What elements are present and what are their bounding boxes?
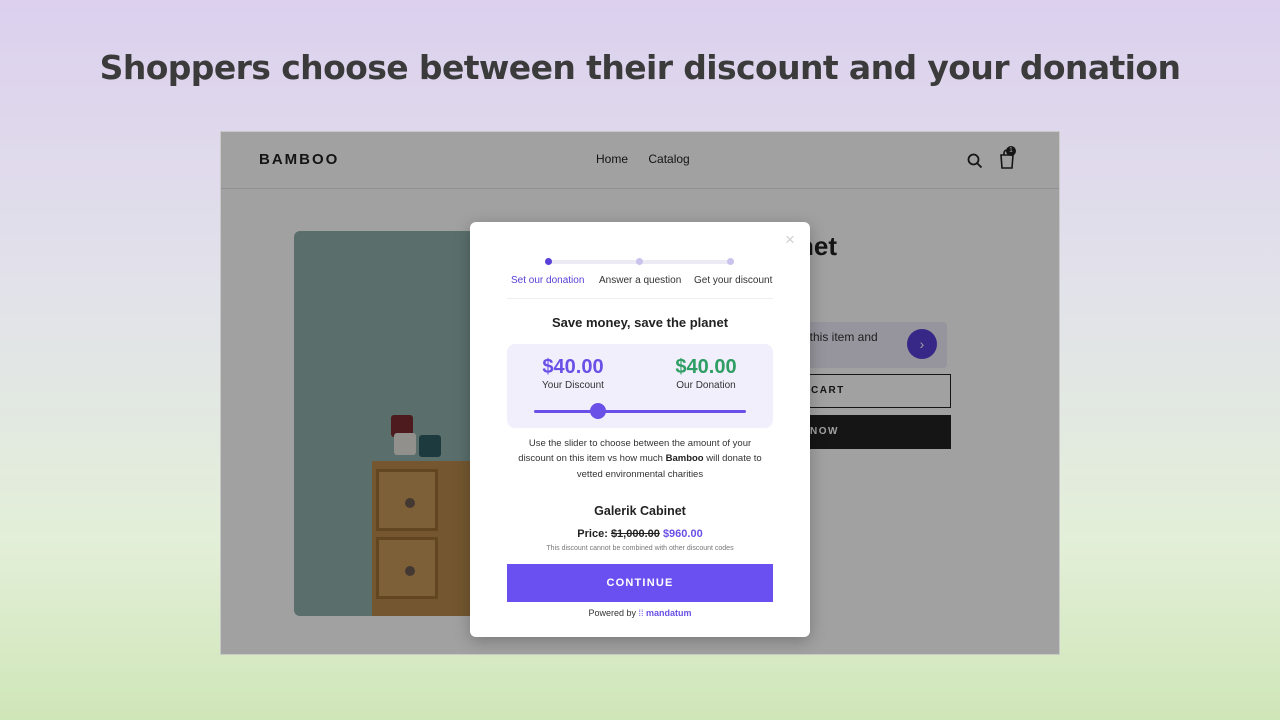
step-label-set-donation: Set our donation xyxy=(511,275,585,286)
powered-by-brand[interactable]: mandatum xyxy=(646,608,692,618)
step-dot-2 xyxy=(636,258,643,265)
step-dot-3 xyxy=(727,258,734,265)
donation-modal: × Set our donation Answer a question Get… xyxy=(470,222,810,637)
mandatum-logo-icon: ⁞⁞ xyxy=(638,608,644,618)
close-icon[interactable]: × xyxy=(785,231,795,248)
donation-amount: $40.00 xyxy=(675,356,737,378)
donation-label: Our Donation xyxy=(676,380,736,391)
continue-button[interactable]: CONTINUE xyxy=(507,564,773,602)
modal-product-name: Galerik Cabinet xyxy=(594,504,686,518)
price-new: $960.00 xyxy=(662,528,703,540)
divider xyxy=(507,298,773,299)
discount-donation-panel: $40.00 Your Discount $40.00 Our Donation xyxy=(507,344,773,428)
price-line: Price: $1,000.00 $960.00 xyxy=(470,528,810,540)
discount-label: Your Discount xyxy=(542,380,604,391)
powered-by: Powered by ⁞⁞ mandatum xyxy=(470,608,810,618)
explain-brand: Bamboo xyxy=(665,453,704,465)
discount-amount: $40.00 xyxy=(542,356,604,378)
discount-disclaimer: This discount cannot be combined with ot… xyxy=(546,545,734,552)
headline: Shoppers choose between their discount a… xyxy=(99,48,1181,87)
step-label-get-discount: Get your discount xyxy=(694,275,773,286)
slider-explanation: Use the slider to choose between the amo… xyxy=(515,436,765,482)
step-label-answer-question: Answer a question xyxy=(599,275,682,286)
modal-title: Save money, save the planet xyxy=(551,315,729,330)
price-old: $1,000.00 xyxy=(610,528,660,540)
donation-slider-thumb[interactable] xyxy=(589,403,606,419)
price-label: Price: xyxy=(577,528,608,540)
donation-slider-track[interactable] xyxy=(534,410,746,413)
powered-by-label: Powered by xyxy=(588,608,636,618)
step-dot-1 xyxy=(545,258,552,265)
